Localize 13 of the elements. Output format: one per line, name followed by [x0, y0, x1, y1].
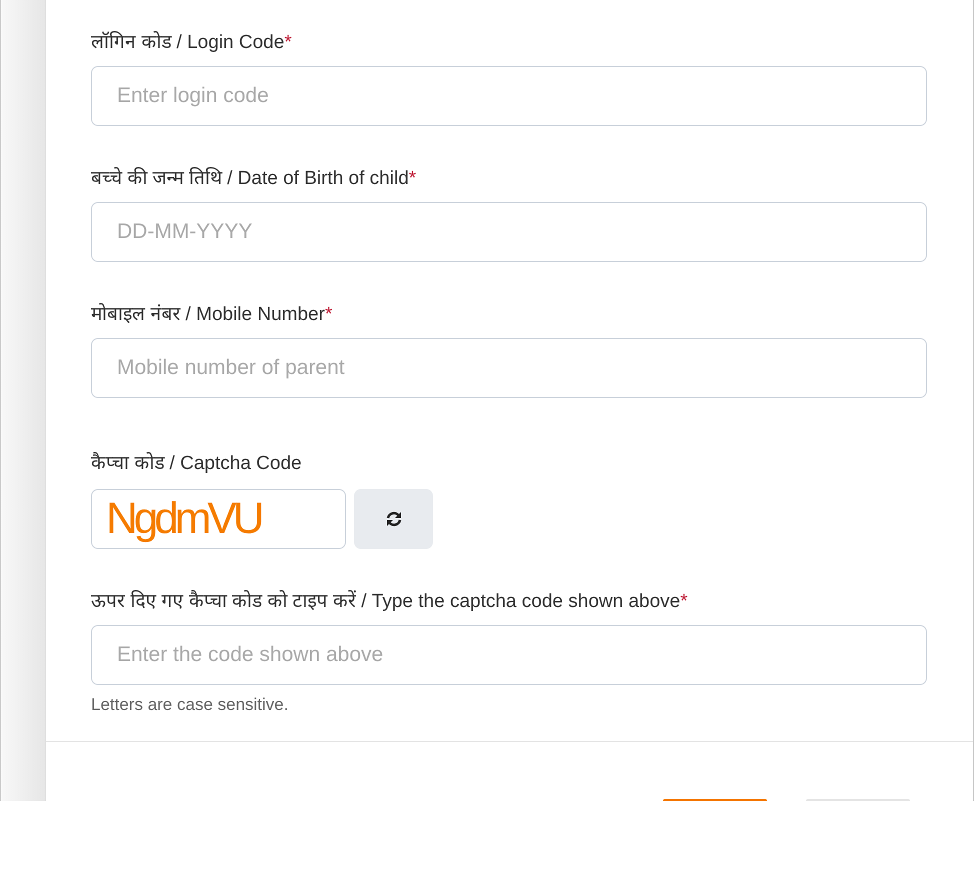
field-label: बच्चे की जन्म तिथि / Date of Birth of child* — [91, 166, 418, 191]
field-label: लॉगिन कोड / Login Code* — [91, 30, 293, 55]
field-label: ऊपर दिए गए कैप्चा कोड को टाइप करें / Type the captcha code shown above* — [91, 589, 689, 614]
field-label: कैप्चा कोड / Captcha Code — [91, 451, 303, 476]
refresh-icon — [384, 511, 402, 527]
captcha-image: NgdmVU — [91, 489, 346, 549]
refresh-button[interactable] — [354, 489, 433, 549]
field-label: मोबाइल नंबर / Mobile Number* — [91, 302, 334, 327]
input-field[interactable]: DD-MM-YYYY — [91, 202, 927, 262]
input-field[interactable]: Enter login code — [91, 66, 927, 126]
input-field[interactable]: Enter the code shown above — [91, 625, 927, 685]
input-field[interactable]: Mobile number of parent — [91, 338, 927, 398]
help-text: Letters are case sensitive. — [91, 695, 290, 715]
